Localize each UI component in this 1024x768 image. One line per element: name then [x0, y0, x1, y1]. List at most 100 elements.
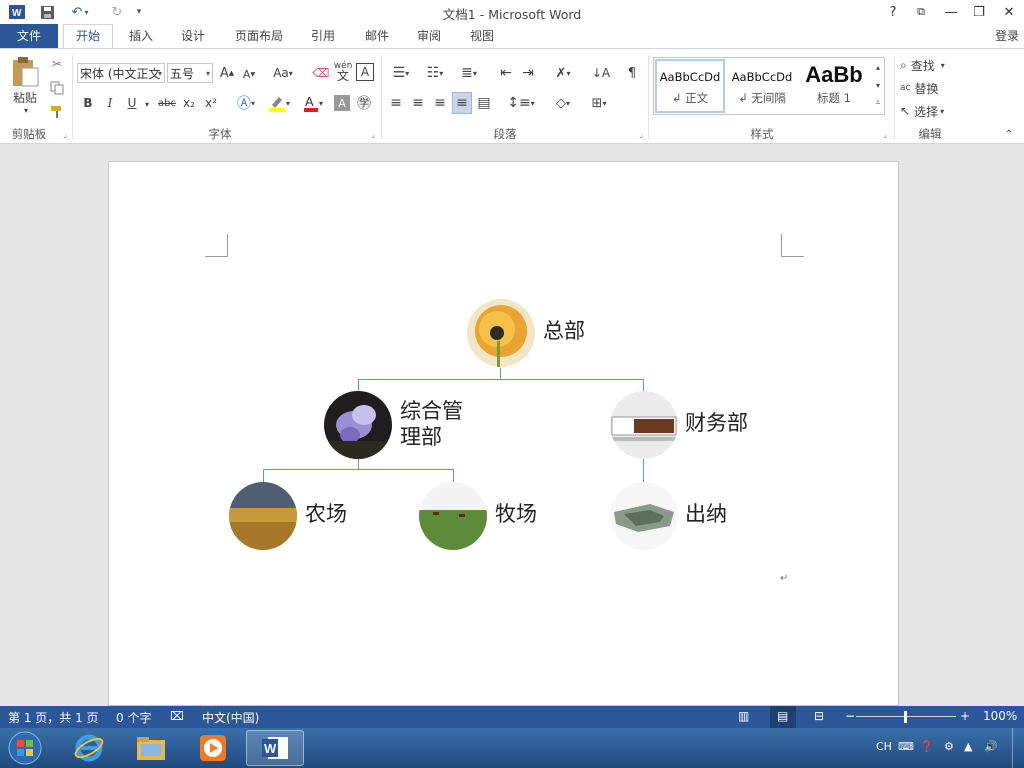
show-formatting-marks-icon[interactable]: ¶	[622, 63, 642, 83]
numbering-icon[interactable]: ☷ ▾	[420, 63, 450, 83]
styles-launcher-icon[interactable]: ⌟	[880, 129, 890, 139]
select-button[interactable]: ↖ 选择 ▾	[900, 101, 962, 121]
collapse-ribbon-icon[interactable]: ⌃	[1002, 127, 1016, 141]
zoom-level[interactable]: 100%	[983, 709, 1017, 723]
character-border-icon[interactable]: A	[356, 63, 374, 81]
copy-icon[interactable]	[48, 79, 66, 97]
font-color-icon[interactable]: A ▾	[298, 93, 328, 113]
document-page[interactable]: 总部 综合管 理部 财务部 农场 牧场 出纳 ↵	[108, 161, 899, 706]
help-tray-icon[interactable]: ❓	[920, 740, 934, 753]
replace-button[interactable]: ac 替换	[900, 78, 954, 98]
ribbon-display-options-icon[interactable]: ⧉	[908, 2, 934, 22]
web-layout-icon[interactable]: ⊟	[814, 709, 824, 723]
superscript-button[interactable]: x²	[202, 93, 220, 113]
sign-in-link[interactable]: 登录	[990, 24, 1024, 48]
tab-design[interactable]: 设计	[172, 24, 214, 48]
node-image-cashier[interactable]	[610, 482, 678, 550]
paste-dropdown-icon[interactable]: ▾	[20, 105, 32, 115]
node-image-headquarters[interactable]	[467, 299, 535, 367]
decrease-indent-icon[interactable]: ⇤	[496, 63, 516, 83]
paragraph-launcher-icon[interactable]: ⌟	[636, 129, 646, 139]
tab-file[interactable]: 文件	[0, 24, 58, 48]
tab-insert[interactable]: 插入	[120, 24, 162, 48]
restore-button[interactable]: ❐	[966, 2, 992, 22]
clipboard-launcher-icon[interactable]: ⌟	[60, 129, 70, 139]
close-button[interactable]: ✕	[996, 2, 1022, 22]
show-desktop-button[interactable]	[1012, 728, 1024, 768]
word-count[interactable]: 0 个字	[116, 709, 151, 726]
styles-more-icon[interactable]: ⩡	[872, 95, 884, 111]
font-size-combo[interactable]: 五号 ▾	[167, 63, 213, 83]
settings-tray-icon[interactable]: ⚙	[944, 740, 954, 753]
zoom-out-button[interactable]: −	[845, 709, 855, 723]
clear-formatting-icon[interactable]: ⌫	[312, 63, 330, 83]
node-image-farm[interactable]	[229, 482, 297, 550]
node-image-ranch[interactable]	[419, 482, 487, 550]
change-case-button[interactable]: Aa ▾	[268, 63, 298, 83]
sort-icon[interactable]: ↓A	[590, 63, 612, 83]
increase-indent-icon[interactable]: ⇥	[518, 63, 538, 83]
page-count[interactable]: 第 1 页，共 1 页	[8, 709, 99, 726]
styles-scroll-down-icon[interactable]: ▾	[872, 77, 884, 93]
style-heading-1[interactable]: AaBb 标题 1	[799, 59, 869, 113]
grow-font-icon[interactable]: A ▲	[218, 63, 236, 83]
paste-button[interactable]: 粘贴	[6, 89, 44, 105]
italic-button[interactable]: I	[102, 93, 118, 113]
highlight-color-icon[interactable]: ▾	[264, 93, 294, 113]
align-center-icon[interactable]: ≡	[408, 93, 428, 113]
multilevel-list-icon[interactable]: ≣ ▾	[454, 63, 484, 83]
tab-mailings[interactable]: 邮件	[356, 24, 398, 48]
zoom-slider-thumb[interactable]	[904, 711, 907, 723]
distributed-icon[interactable]: ▤	[474, 93, 494, 113]
bold-button[interactable]: B	[80, 93, 96, 113]
proofing-icon[interactable]: ⌧	[170, 709, 184, 723]
format-painter-icon[interactable]	[48, 103, 66, 121]
shrink-font-icon[interactable]: A ▼	[240, 65, 258, 83]
node-image-finance[interactable]	[610, 391, 678, 459]
borders-icon[interactable]: ⊞ ▾	[584, 93, 614, 113]
phonetic-guide-icon[interactable]: wén 文	[334, 59, 353, 83]
tab-view[interactable]: 视图	[461, 24, 503, 48]
style-normal[interactable]: AaBbCcDd ↲ 正文	[655, 59, 725, 113]
text-effects-icon[interactable]: Ⓐ ▾	[232, 93, 260, 113]
asian-layout-icon[interactable]: ✗ ▾	[548, 63, 578, 83]
zoom-in-button[interactable]: +	[960, 709, 970, 723]
tab-references[interactable]: 引用	[302, 24, 344, 48]
align-left-icon[interactable]: ≡	[386, 93, 406, 113]
language-indicator[interactable]: 中文(中国)	[202, 709, 259, 726]
read-mode-icon[interactable]: ▥	[738, 709, 749, 723]
tab-home[interactable]: 开始	[63, 24, 113, 49]
styles-scroll-up-icon[interactable]: ▴	[872, 59, 884, 75]
tab-layout[interactable]: 页面布局	[226, 24, 292, 48]
line-spacing-icon[interactable]: ↕≡ ▾	[506, 93, 536, 113]
help-icon[interactable]: ?	[880, 2, 906, 22]
underline-button[interactable]: U	[124, 93, 140, 113]
align-right-icon[interactable]: ≡	[430, 93, 450, 113]
print-layout-icon[interactable]: ▤	[770, 706, 796, 728]
media-player-icon[interactable]	[186, 730, 240, 766]
keyboard-icon[interactable]: ⌨	[898, 740, 914, 753]
file-explorer-icon[interactable]	[124, 730, 178, 766]
internet-explorer-icon[interactable]	[62, 730, 116, 766]
find-button[interactable]: ⌕ 查找 ▾	[900, 55, 962, 75]
subscript-button[interactable]: x₂	[180, 93, 198, 113]
enclose-characters-icon[interactable]: ㊫	[354, 93, 374, 113]
font-launcher-icon[interactable]: ⌟	[368, 129, 378, 139]
volume-icon[interactable]: 🔊	[984, 740, 998, 753]
underline-dropdown-icon[interactable]: ▾	[142, 97, 152, 111]
bullets-icon[interactable]: ☰ ▾	[386, 63, 416, 83]
shading-icon[interactable]: ◇ ▾	[548, 93, 578, 113]
style-no-spacing[interactable]: AaBbCcDd ↲ 无间隔	[727, 59, 797, 113]
cut-icon[interactable]: ✂	[48, 55, 66, 73]
node-image-general-management[interactable]	[324, 391, 392, 459]
strikethrough-button[interactable]: abc	[156, 93, 178, 113]
show-hidden-icons-icon[interactable]: ▲	[964, 740, 972, 753]
font-name-combo[interactable]: 宋体 (中文正文 ▾	[77, 63, 165, 83]
word-taskbar-icon[interactable]: W	[246, 730, 304, 766]
justify-icon[interactable]: ≡	[452, 92, 472, 114]
character-shading-icon[interactable]: A	[334, 95, 350, 111]
ime-indicator[interactable]: CH	[876, 740, 892, 753]
tab-review[interactable]: 审阅	[408, 24, 450, 48]
minimize-button[interactable]: —	[938, 2, 964, 22]
start-button[interactable]	[0, 730, 50, 766]
